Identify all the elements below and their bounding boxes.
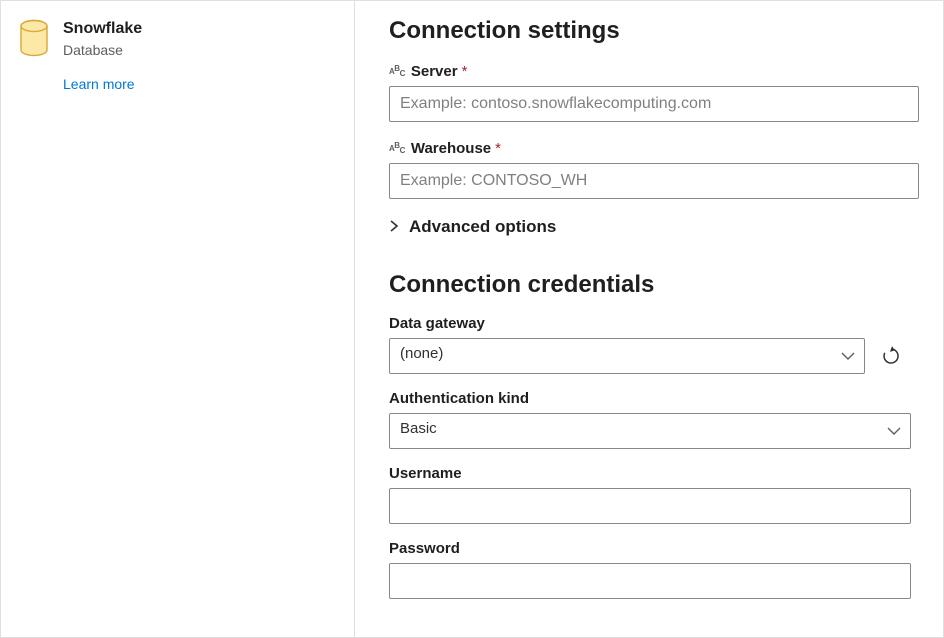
server-label: Server	[411, 63, 458, 80]
sidebar-header: Snowflake Database	[19, 19, 334, 58]
advanced-options-label: Advanced options	[409, 217, 556, 237]
auth-kind-select[interactable]: Basic	[389, 413, 911, 449]
warehouse-field: ABC Warehouse *	[389, 140, 919, 199]
learn-more-link[interactable]: Learn more	[63, 76, 334, 92]
password-field: Password	[389, 540, 919, 599]
server-field: ABC Server *	[389, 63, 919, 122]
username-input[interactable]	[389, 488, 911, 524]
advanced-options-toggle[interactable]: Advanced options	[389, 217, 919, 237]
warehouse-label-row: ABC Warehouse *	[389, 140, 919, 157]
warehouse-label: Warehouse	[411, 140, 491, 157]
connector-title: Snowflake	[63, 19, 142, 40]
text-type-icon: ABC	[389, 145, 405, 153]
data-gateway-field: Data gateway (none)	[389, 315, 919, 374]
server-input[interactable]	[389, 86, 919, 122]
server-label-row: ABC Server *	[389, 63, 919, 80]
password-label: Password	[389, 540, 919, 557]
data-gateway-label: Data gateway	[389, 315, 919, 332]
data-gateway-select[interactable]: (none)	[389, 338, 865, 374]
username-field: Username	[389, 465, 919, 524]
warehouse-input[interactable]	[389, 163, 919, 199]
main-panel: Connection settings ABC Server * ABC War…	[355, 1, 943, 637]
connector-category: Database	[63, 42, 142, 58]
required-marker: *	[495, 140, 501, 157]
auth-kind-field: Authentication kind Basic	[389, 390, 919, 449]
password-input[interactable]	[389, 563, 911, 599]
text-type-icon: ABC	[389, 68, 405, 76]
required-marker: *	[462, 63, 468, 80]
connector-dialog: Snowflake Database Learn more Connection…	[0, 0, 944, 638]
auth-kind-label: Authentication kind	[389, 390, 919, 407]
username-label: Username	[389, 465, 919, 482]
connection-settings-heading: Connection settings	[389, 17, 919, 45]
database-icon	[19, 19, 49, 57]
refresh-icon	[881, 346, 901, 366]
refresh-gateway-button[interactable]	[879, 344, 903, 368]
connection-credentials-heading: Connection credentials	[389, 271, 919, 299]
chevron-right-icon	[389, 219, 403, 235]
sidebar: Snowflake Database Learn more	[1, 1, 355, 637]
